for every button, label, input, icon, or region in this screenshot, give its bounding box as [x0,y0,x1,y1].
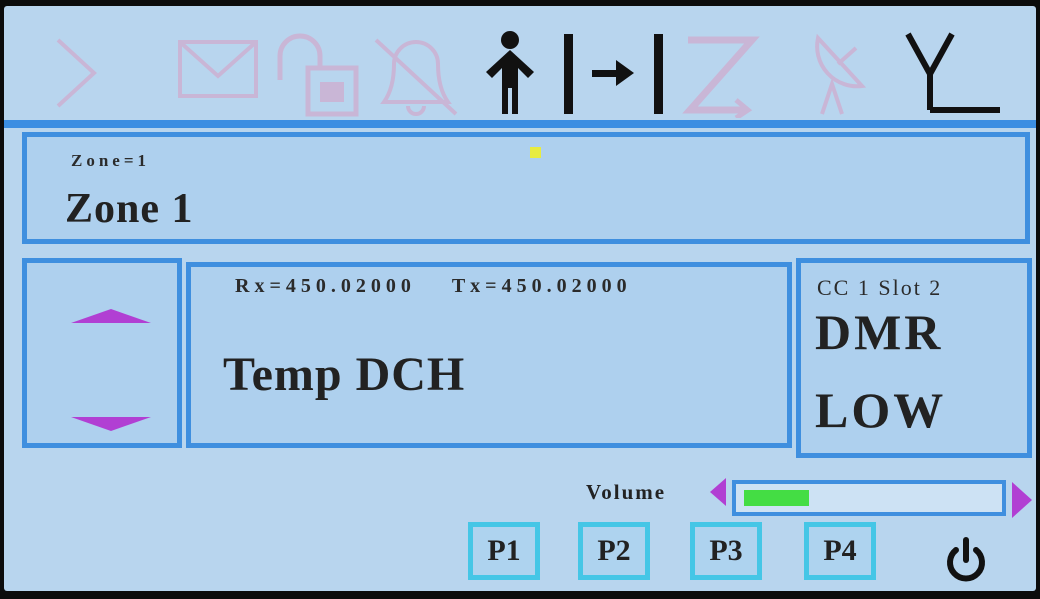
rx-frequency: Rx=450.02000 [235,275,416,297]
p3-button[interactable]: P3 [690,522,762,580]
person-icon [478,28,542,118]
volume-label: Volume [586,480,667,504]
power-icon[interactable] [942,536,990,584]
unlock-icon [270,28,366,118]
color-code-slot: CC 1 Slot 2 [817,275,943,300]
zone-panel[interactable]: Zone=1 Zone 1 [22,132,1030,244]
tx-frequency: Tx=450.02000 [451,275,632,297]
antenna-icon [900,28,1000,118]
scan-icon [558,28,670,118]
channel-panel[interactable]: Rx=450.02000 Tx=450.02000 Temp DCH [186,262,792,448]
satellite-icon [804,28,870,118]
volume-slider[interactable] [732,480,1006,516]
radio-screen: Zone=1 Zone 1 Rx=450.02000 Tx=450.02000 T… [4,6,1036,591]
channel-up-arrow-icon[interactable] [71,309,151,323]
play-icon [54,28,98,118]
cursor-marker [530,147,541,158]
channel-down-arrow-icon[interactable] [71,417,151,431]
status-bar [4,6,1036,124]
p4-button[interactable]: P4 [804,522,876,580]
power-level: LOW [815,382,947,438]
envelope-icon [174,28,264,118]
volume-fill [744,490,809,506]
status-divider [4,120,1036,128]
zone-name: Zone 1 [65,186,194,232]
p1-button[interactable]: P1 [468,522,540,580]
zone-icon [680,28,766,118]
mode-panel[interactable]: CC 1 Slot 2 DMR LOW [796,258,1032,458]
zone-number-label: Zone=1 [71,151,151,170]
frequency-readout: Rx=450.02000 Tx=450.02000 [235,275,632,298]
bell-icon [370,28,462,118]
channel-name: Temp DCH [223,348,466,401]
mode-type: DMR [815,304,944,360]
volume-up-arrow-icon[interactable] [1012,482,1032,518]
channel-nav-panel [22,258,182,448]
volume-down-arrow-icon[interactable] [710,478,726,506]
p2-button[interactable]: P2 [578,522,650,580]
